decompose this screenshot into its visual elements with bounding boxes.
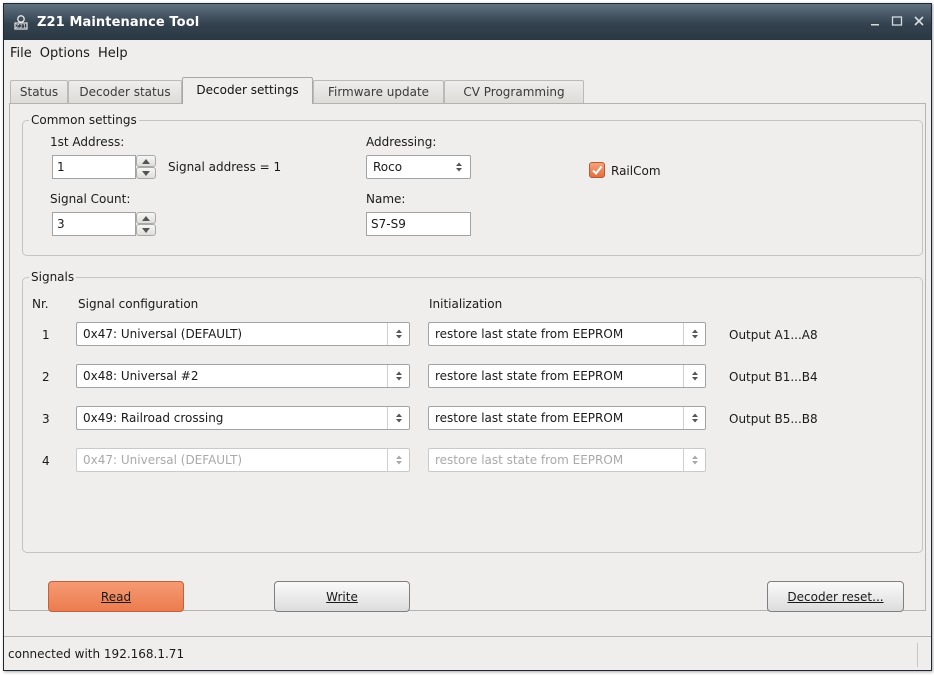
signal-config-value: 0x49: Railroad crossing [83,411,224,425]
signal-row-nr: 1 [42,328,50,342]
updown-arrows-icon [683,323,705,345]
signal-count-label: Signal Count: [50,192,131,206]
railcom-checkbox[interactable] [589,162,605,178]
signal-init-value: restore last state from EEPROM [435,453,624,467]
addressing-value: Roco [373,160,403,174]
read-button-label: Read [100,589,132,604]
signal-output-label: Output B1...B4 [729,370,818,384]
signal-init-select-disabled: restore last state from EEPROM [428,448,706,472]
menu-options[interactable]: Options [36,46,94,61]
signal-config-select[interactable]: 0x49: Railroad crossing [76,406,410,430]
checkmark-icon [592,165,603,176]
column-init-header: Initialization [429,297,503,311]
connection-status-text: connected with 192.168.1.71 [8,646,185,661]
common-settings-group: Common settings 1st Address: 1 Signal ad… [22,112,923,256]
updown-arrows-icon [683,449,705,471]
column-config-header: Signal configuration [78,297,199,311]
tab-firmware-update[interactable]: Firmware update [313,80,444,103]
stepper-down-icon[interactable] [136,224,156,236]
updown-arrows-icon [448,156,470,178]
signal-init-select[interactable]: restore last state from EEPROM [428,364,706,388]
signal-init-select[interactable]: restore last state from EEPROM [428,406,706,430]
updown-arrows-icon [683,407,705,429]
signal-config-value: 0x47: Universal (DEFAULT) [83,327,243,341]
window-controls [867,13,927,29]
decoder-reset-button[interactable]: Decoder reset... [767,581,904,612]
status-separator [917,643,918,667]
window-title: Z21 Maintenance Tool [37,14,200,30]
menu-help[interactable]: Help [94,46,132,61]
first-address-input[interactable]: 1 [52,155,136,179]
signal-config-select[interactable]: 0x48: Universal #2 [76,364,410,388]
stepper-down-icon[interactable] [136,167,156,179]
column-nr-header: Nr. [32,297,49,311]
first-address-label: 1st Address: [50,135,125,149]
name-label: Name: [366,192,406,206]
svg-text:Z21: Z21 [16,24,27,30]
read-button[interactable]: Read [48,581,184,612]
close-icon[interactable] [911,13,927,29]
signal-init-value: restore last state from EEPROM [435,369,624,383]
signal-count-stepper[interactable] [136,212,156,236]
tab-decoder-status[interactable]: Decoder status [68,80,182,103]
updown-arrows-icon [387,365,409,387]
signals-group: Signals Nr. Signal configuration Initial… [22,269,923,553]
signals-title: Signals [29,269,77,285]
updown-arrows-icon [387,407,409,429]
decoder-reset-button-label: Decoder reset... [787,589,884,604]
signal-init-value: restore last state from EEPROM [435,327,624,341]
title-bar[interactable]: Z21 Z21 Maintenance Tool [4,4,931,40]
signal-address-text: Signal address = 1 [168,160,282,174]
signal-config-select-disabled: 0x47: Universal (DEFAULT) [76,448,410,472]
addressing-select[interactable]: Roco [366,155,471,179]
z21-app-icon: Z21 [12,13,30,31]
addressing-label: Addressing: [366,135,437,149]
signal-row-nr: 3 [42,412,50,426]
tab-decoder-settings[interactable]: Decoder settings [182,77,313,104]
tab-cv-programming[interactable]: CV Programming [444,80,584,103]
signal-row-nr: 4 [42,454,50,468]
signal-output-label: Output B5...B8 [729,412,818,426]
updown-arrows-icon [683,365,705,387]
common-settings-title: Common settings [29,112,139,128]
updown-arrows-icon [387,449,409,471]
signal-config-value: 0x48: Universal #2 [83,369,199,383]
write-button[interactable]: Write [274,581,410,612]
name-input[interactable]: S7-S9 [366,212,471,236]
minimize-icon[interactable] [867,13,883,29]
signal-row-nr: 2 [42,370,50,384]
signal-init-value: restore last state from EEPROM [435,411,624,425]
decoder-settings-panel: Common settings 1st Address: 1 Signal ad… [9,103,926,612]
stepper-up-icon[interactable] [136,155,156,167]
menu-file[interactable]: File [6,46,36,61]
tab-status[interactable]: Status [10,80,68,103]
signal-config-value: 0x47: Universal (DEFAULT) [83,453,243,467]
railcom-label[interactable]: RailCom [611,163,661,179]
updown-arrows-icon [387,323,409,345]
write-button-label: Write [326,589,358,604]
signal-config-select[interactable]: 0x47: Universal (DEFAULT) [76,322,410,346]
stepper-up-icon[interactable] [136,212,156,224]
main-window: Z21 Z21 Maintenance Tool File Options He… [3,3,932,671]
signal-count-input[interactable]: 3 [52,212,136,236]
signal-init-select[interactable]: restore last state from EEPROM [428,322,706,346]
first-address-stepper[interactable] [136,155,156,179]
menu-bar: File Options Help [4,42,931,64]
maximize-icon[interactable] [889,13,905,29]
signal-output-label: Output A1...A8 [729,328,818,342]
status-bar: connected with 192.168.1.71 [4,636,931,670]
